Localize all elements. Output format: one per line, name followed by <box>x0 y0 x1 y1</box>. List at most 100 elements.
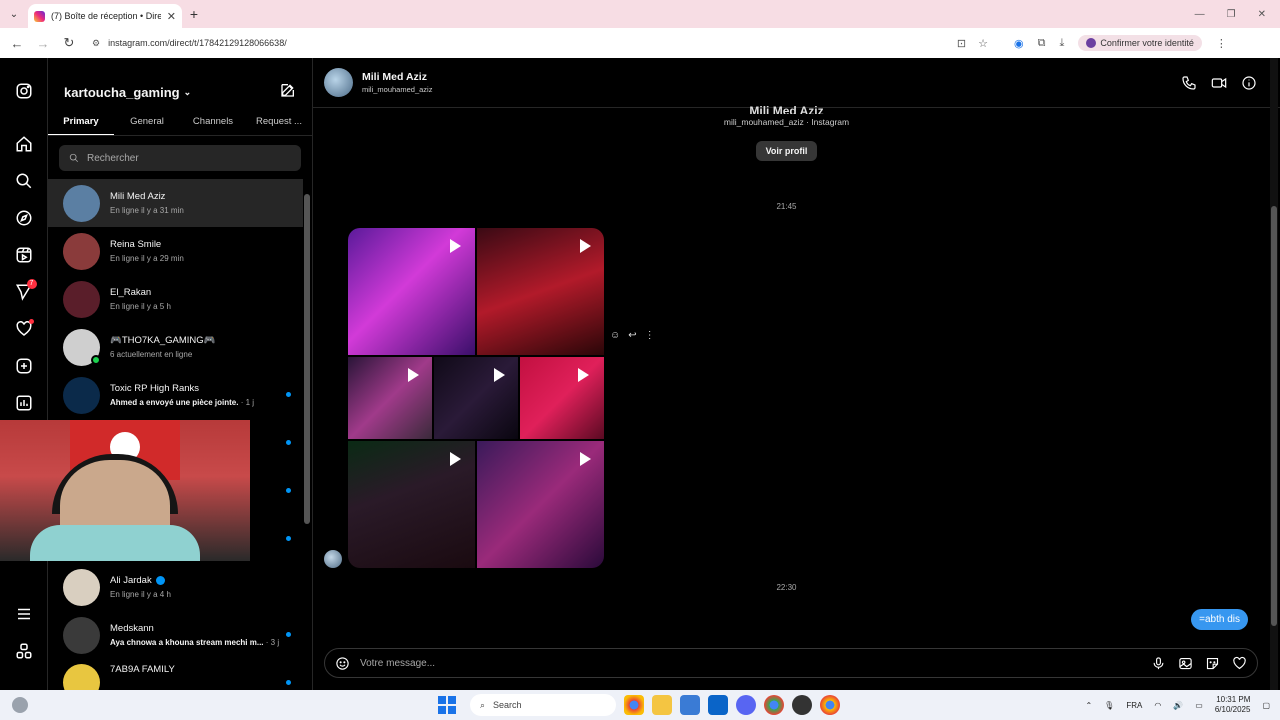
scrollbar-thumb[interactable] <box>1271 206 1277 626</box>
downloads-icon[interactable]: ⤓ <box>1059 37 1064 50</box>
restore-icon[interactable]: ❐ <box>1227 9 1236 20</box>
video-call-icon[interactable] <box>1211 75 1227 91</box>
conversation-reina-smile[interactable]: Reina Smile En ligne il y a 29 min <box>48 227 303 275</box>
reply-icon[interactable]: ↩ <box>628 330 636 341</box>
file-explorer-icon[interactable] <box>652 695 672 715</box>
unread-dot <box>286 536 291 541</box>
volume-icon[interactable]: 🔊 <box>1173 701 1183 710</box>
meta-apps-icon[interactable] <box>0 632 48 669</box>
chrome-app-icon[interactable] <box>624 695 644 715</box>
search-icon[interactable] <box>0 162 48 199</box>
tab-primary[interactable]: Primary <box>48 108 114 135</box>
close-window-icon[interactable]: ✕ <box>1258 9 1266 20</box>
image-upload-icon[interactable] <box>1178 656 1193 671</box>
discord-icon[interactable] <box>736 695 756 715</box>
chat-avatar[interactable] <box>324 68 353 97</box>
video-tile[interactable] <box>348 441 475 568</box>
video-tile[interactable] <box>477 441 604 568</box>
mic-tray-icon[interactable]: 🎙 <box>1104 701 1114 710</box>
taskbar-search[interactable]: ⌕ Search <box>470 694 616 716</box>
more-options-icon[interactable]: ⋮ <box>645 330 655 341</box>
tab-general[interactable]: General <box>114 108 180 135</box>
close-tab-icon[interactable]: ✕ <box>167 10 176 23</box>
conversation-7ab9a-family[interactable]: 7AB9A FAMILY <box>48 659 303 693</box>
sender-avatar[interactable] <box>324 550 342 568</box>
more-menu-icon[interactable] <box>0 595 48 632</box>
start-menu-icon[interactable] <box>438 696 456 714</box>
outlook-icon[interactable] <box>708 695 728 715</box>
wifi-icon[interactable]: ◠ <box>1154 701 1161 710</box>
reels-icon[interactable] <box>0 236 48 273</box>
bookmark-star-icon[interactable]: ☆ <box>978 37 988 50</box>
new-tab-button[interactable]: + <box>182 6 206 22</box>
outgoing-message-bubble[interactable]: =abth dis <box>1191 609 1248 630</box>
steam-icon[interactable] <box>792 695 812 715</box>
language-indicator[interactable]: FRA <box>1126 701 1142 710</box>
forward-icon[interactable]: → <box>32 32 54 54</box>
conversation-mili-med-aziz[interactable]: Mili Med Aziz En ligne il y a 31 min <box>48 179 303 227</box>
notifications-heart-icon[interactable] <box>0 310 48 347</box>
view-profile-button[interactable]: Voir profil <box>755 141 818 161</box>
search-input[interactable]: Rechercher <box>59 145 301 171</box>
conversation-medskann[interactable]: Medskann Aya chnowa a khouna stream mechi… <box>48 611 303 659</box>
site-info-icon[interactable]: ⚙ <box>92 38 100 49</box>
translate-extension-icon[interactable]: ◉ <box>1014 37 1024 50</box>
system-clock[interactable]: 10:31 PM 6/10/2025 <box>1215 695 1251 715</box>
video-tile[interactable] <box>348 228 475 355</box>
messages-icon[interactable]: 7 <box>0 273 48 310</box>
message-input[interactable]: Votre message... <box>360 658 1141 669</box>
instagram-logo-icon[interactable] <box>0 72 48 109</box>
conversation-el-rakan[interactable]: El_Rakan En ligne il y a 5 h <box>48 275 303 323</box>
explore-icon[interactable] <box>0 199 48 236</box>
store-icon[interactable] <box>680 695 700 715</box>
conversation-tho7ka-gaming[interactable]: 🎮THO7KA_GAMING🎮 6 actuellement en ligne <box>48 323 303 371</box>
weather-widget-icon[interactable] <box>12 697 28 713</box>
inbox-scrollbar[interactable] <box>304 179 310 687</box>
tab-requests[interactable]: Request ... <box>246 108 312 135</box>
emoji-icon[interactable] <box>335 656 350 671</box>
microphone-icon[interactable] <box>1151 656 1166 671</box>
battery-icon[interactable]: ▭ <box>1195 701 1203 710</box>
video-tile[interactable] <box>348 357 432 439</box>
profile-subtitle: mili_mouhamed_aziz · Instagram <box>723 117 850 127</box>
react-emoji-icon[interactable]: ☺ <box>610 330 620 341</box>
account-switcher[interactable]: kartoucha_gaming ⌄ <box>64 85 191 100</box>
conversation-ali-jardak[interactable]: Ali Jardak En ligne il y a 4 h <box>48 563 303 611</box>
chat-scrollbar[interactable] <box>1270 58 1278 690</box>
chat-name[interactable]: Mili Med Aziz <box>362 71 432 83</box>
browser-menu-icon[interactable]: ⋮ <box>1216 37 1227 50</box>
scrollbar-thumb[interactable] <box>304 194 310 524</box>
compose-icon[interactable] <box>280 82 296 103</box>
identity-chip[interactable]: Confirmer votre identité <box>1078 35 1202 51</box>
group-avatar <box>63 328 101 366</box>
play-icon <box>578 368 589 382</box>
minimize-icon[interactable]: — <box>1195 9 1205 20</box>
install-app-icon[interactable]: ⊡ <box>957 37 966 50</box>
back-icon[interactable]: ← <box>6 32 28 54</box>
reload-icon[interactable]: ↻ <box>58 32 80 54</box>
conversation-toxic-rp[interactable]: Toxic RP High Ranks Ahmed a envoyé une pi… <box>48 371 303 419</box>
browser-tab[interactable]: (7) Boîte de réception • Direct ✕ <box>28 4 182 28</box>
video-tile[interactable] <box>434 357 518 439</box>
address-bar[interactable]: ⚙ instagram.com/direct/t/178421291280666… <box>84 32 996 54</box>
tray-overflow-icon[interactable]: ⌃ <box>1085 701 1092 710</box>
extensions-icon[interactable]: ⧉ <box>1038 37 1046 50</box>
video-tile[interactable] <box>477 228 604 355</box>
dashboard-icon[interactable] <box>0 384 48 421</box>
identity-label: Confirmer votre identité <box>1100 38 1194 48</box>
chrome-profile-icon[interactable] <box>764 695 784 715</box>
sticker-icon[interactable] <box>1205 656 1220 671</box>
audio-call-icon[interactable] <box>1181 75 1197 91</box>
notification-center-icon[interactable]: ▢ <box>1262 701 1270 710</box>
search-icon: ⌕ <box>480 699 486 710</box>
tab-list-icon[interactable]: ⌄ <box>0 0 28 28</box>
chrome-active-icon[interactable] <box>820 695 840 715</box>
tab-channels[interactable]: Channels <box>180 108 246 135</box>
video-tile[interactable] <box>520 357 604 439</box>
avatar <box>63 232 100 270</box>
message-composer[interactable]: Votre message... <box>324 648 1258 678</box>
like-heart-icon[interactable] <box>1232 656 1247 671</box>
create-icon[interactable] <box>0 347 48 384</box>
home-icon[interactable] <box>0 125 48 162</box>
info-icon[interactable] <box>1241 75 1257 91</box>
